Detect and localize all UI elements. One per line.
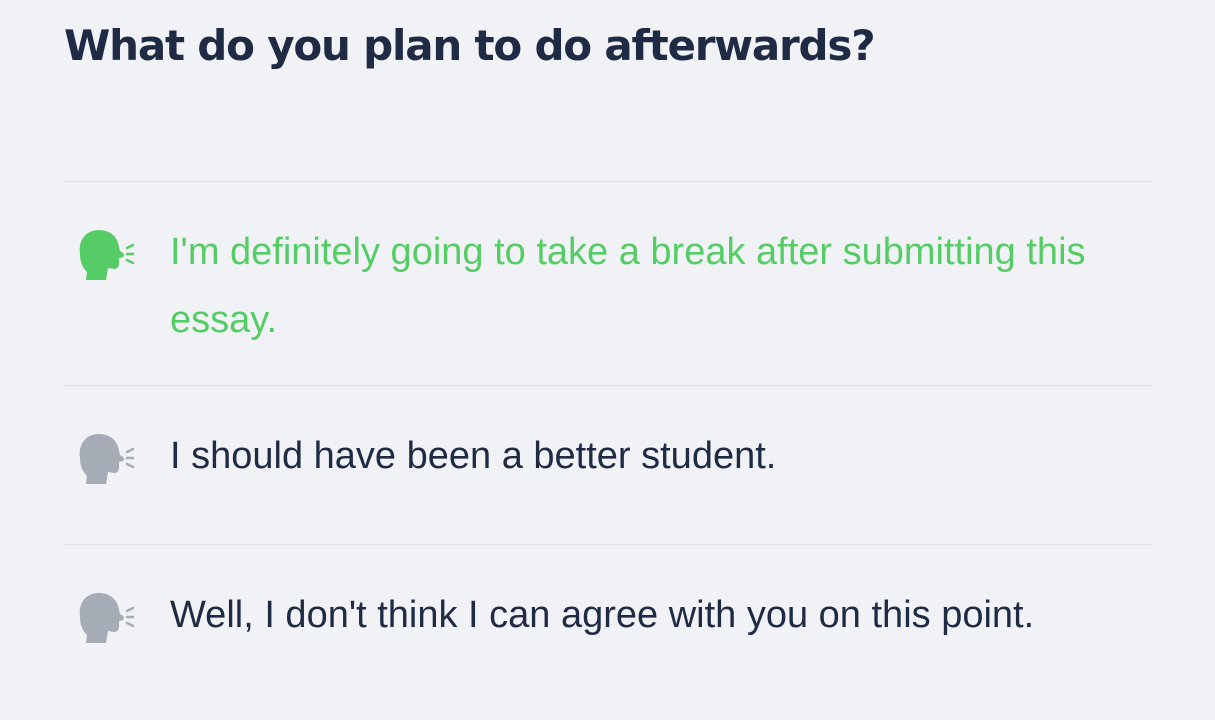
speaking-head-icon	[79, 230, 134, 280]
speaking-head-icon	[79, 593, 134, 643]
answer-option-text: Well, I don't think I can agree with you…	[170, 594, 1035, 636]
answer-option-text: I should have been a better student.	[170, 435, 777, 477]
answer-option-text: I'm definitely going to take a break aft…	[170, 231, 1086, 341]
answer-option-3[interactable]: Well, I don't think I can agree with you…	[64, 581, 1152, 717]
divider	[64, 544, 1152, 545]
quiz-screen: What do you plan to do afterwards? I'm d…	[0, 0, 1215, 720]
divider	[64, 181, 1152, 182]
answer-option-1[interactable]: I'm definitely going to take a break aft…	[64, 218, 1152, 354]
speaking-head-icon	[79, 434, 134, 484]
question-title: What do you plan to do afterwards?	[64, 21, 876, 70]
divider	[64, 385, 1152, 386]
answer-option-2[interactable]: I should have been a better student.	[64, 422, 1152, 490]
